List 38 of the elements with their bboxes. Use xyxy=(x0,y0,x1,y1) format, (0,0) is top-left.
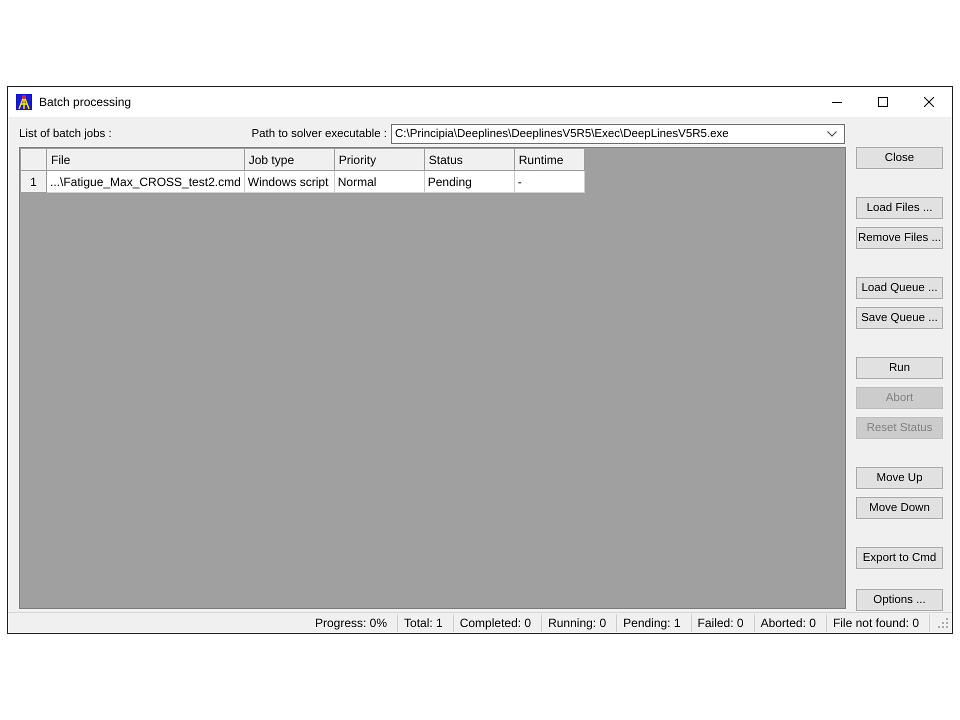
close-icon xyxy=(924,97,934,107)
action-button[interactable]: Move Up xyxy=(856,467,943,489)
column-header[interactable]: Status xyxy=(424,148,514,170)
action-button[interactable]: Options ... xyxy=(856,589,943,611)
status-text: Progress: 0% xyxy=(308,614,398,632)
column-header[interactable]: File xyxy=(46,148,244,170)
resize-grip-icon xyxy=(938,618,948,628)
action-button[interactable]: Close xyxy=(856,147,943,169)
solver-path-label: Path to solver executable : xyxy=(251,128,387,140)
column-header[interactable]: Job type xyxy=(244,148,334,170)
status-text: Failed: 0 xyxy=(692,614,755,632)
status-text: Total: 1 xyxy=(398,614,454,632)
table-cell: ...\Fatigue_Max_CROSS_test2.cmd xyxy=(46,170,244,192)
column-header[interactable]: Runtime xyxy=(514,148,584,170)
solver-path-combobox[interactable]: C:\Principia\Deeplines\DeeplinesV5R5\Exec\DeepLinesV5R5.exe xyxy=(391,124,845,144)
action-button[interactable]: Load Queue ... xyxy=(856,277,943,299)
action-button[interactable]: Run xyxy=(856,357,943,379)
table-cell: - xyxy=(514,170,584,192)
action-button[interactable]: Remove Files ... xyxy=(856,227,943,249)
action-button[interactable]: Move Down xyxy=(856,497,943,519)
status-text: Running: 0 xyxy=(542,614,618,632)
table-cell: Windows script xyxy=(244,170,334,192)
chevron-down-icon xyxy=(827,131,837,137)
status-text: File not found: 0 xyxy=(826,614,930,632)
action-button[interactable]: Save Queue ... xyxy=(856,307,943,329)
row-number: 1 xyxy=(20,170,46,192)
jobs-list-label: List of batch jobs : xyxy=(19,128,112,140)
table-cell: Pending xyxy=(424,170,514,192)
action-button[interactable]: Load Files ... xyxy=(856,197,943,219)
status-text: Completed: 0 xyxy=(454,614,542,632)
table-cell: Normal xyxy=(334,170,424,192)
action-button[interactable]: Export to Cmd xyxy=(856,547,943,569)
window-title: Batch processing xyxy=(39,95,132,109)
status-text: Aborted: 0 xyxy=(754,614,827,632)
app-logo-icon xyxy=(16,94,32,110)
status-text: Pending: 1 xyxy=(617,614,692,632)
maximize-icon xyxy=(878,97,888,107)
column-header[interactable]: Priority xyxy=(334,148,424,170)
